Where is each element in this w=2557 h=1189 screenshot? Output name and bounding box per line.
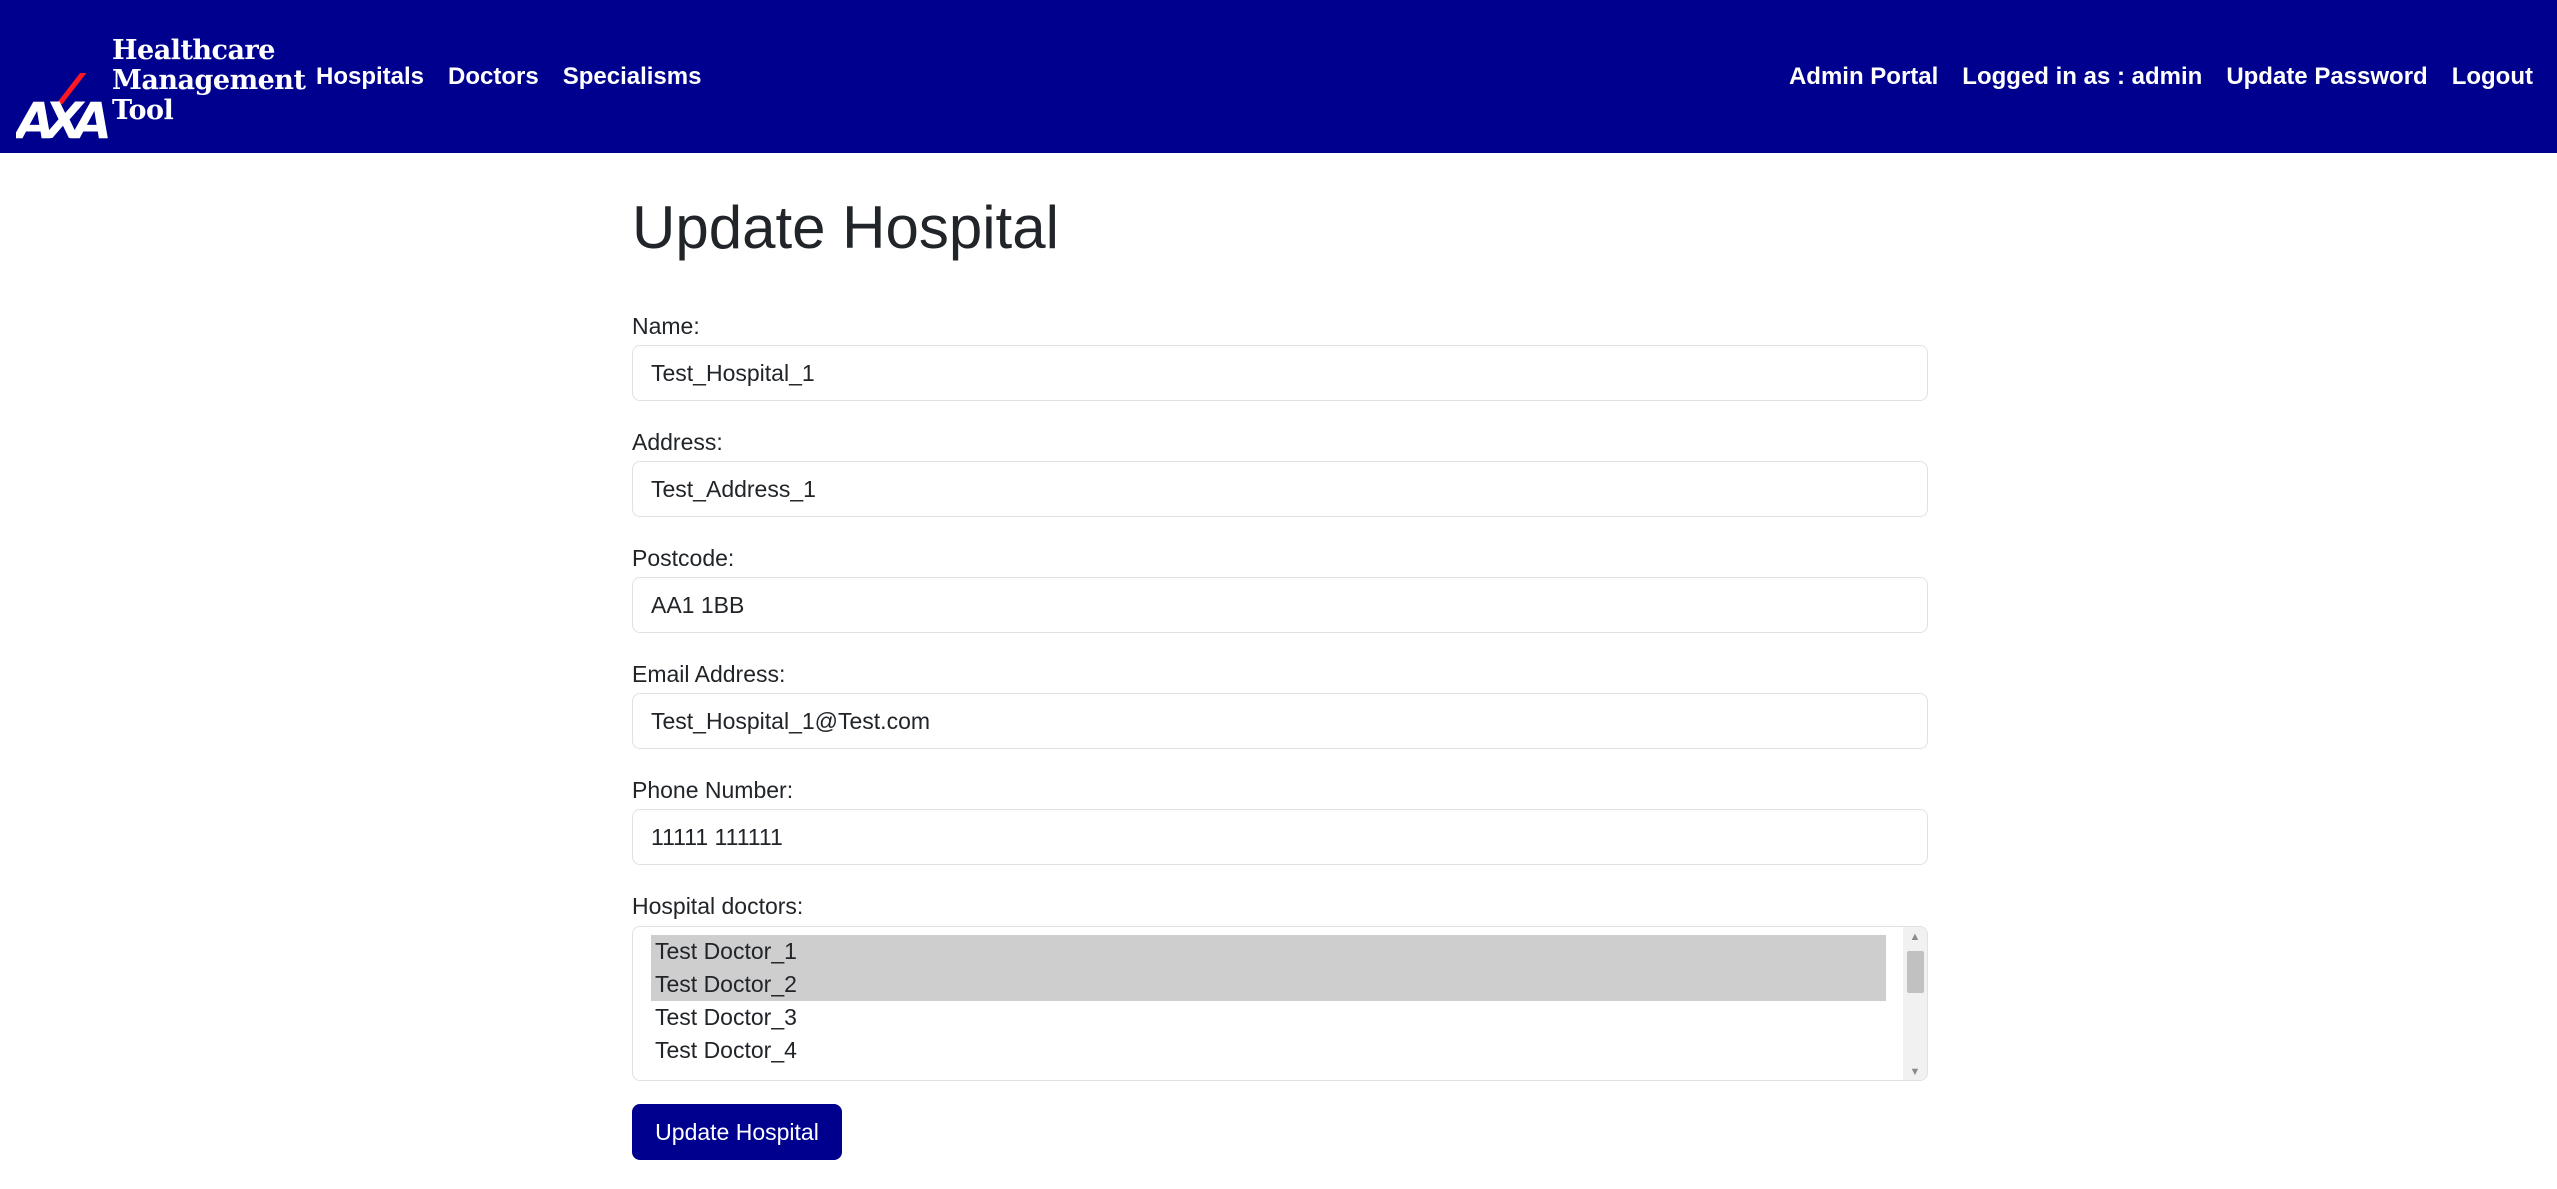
doctor-option[interactable]: Test Doctor_4: [651, 1034, 1886, 1067]
brand-line-2: Management: [112, 65, 306, 96]
name-input[interactable]: Test_Hospital_1: [632, 345, 1928, 401]
scroll-down-arrow-icon[interactable]: ▼: [1903, 1062, 1927, 1080]
brand-line-1: Healthcare: [112, 35, 275, 66]
address-input[interactable]: Test_Address_1: [632, 461, 1928, 517]
email-input[interactable]: Test_Hospital_1@Test.com: [632, 693, 1928, 749]
address-label: Address:: [632, 429, 723, 455]
postcode-label: Postcode:: [632, 545, 735, 571]
brand-logo[interactable]: AXA Healthcare Management Tool: [16, 18, 306, 144]
brand-title: Healthcare Management Tool: [112, 35, 306, 126]
scroll-up-arrow-icon[interactable]: ▲: [1903, 927, 1927, 947]
main-nav: Hospitals Doctors Specialisms: [316, 0, 701, 153]
doctor-option[interactable]: Test Doctor_3: [651, 1001, 1886, 1034]
svg-text:AXA: AXA: [16, 92, 108, 143]
axa-logo-icon: AXA: [16, 73, 116, 143]
page-title: Update Hospital: [632, 194, 1059, 261]
hospital-doctors-multiselect[interactable]: Test Doctor_1 Test Doctor_2 Test Doctor_…: [632, 926, 1928, 1081]
phone-input[interactable]: 11111 111111: [632, 809, 1928, 865]
email-label: Email Address:: [632, 661, 786, 687]
doctor-option[interactable]: Test Doctor_1: [651, 935, 1886, 968]
top-navbar: AXA Healthcare Management Tool Hospitals…: [0, 0, 2557, 153]
phone-label: Phone Number:: [632, 777, 794, 803]
doctors-scrollbar[interactable]: ▲ ▼: [1903, 927, 1927, 1080]
nav-logged-in-user[interactable]: Logged in as : admin: [1962, 63, 2202, 91]
nav-logout[interactable]: Logout: [2452, 63, 2533, 91]
postcode-input[interactable]: AA1 1BB: [632, 577, 1928, 633]
hospital-doctors-label: Hospital doctors:: [632, 893, 804, 919]
nav-hospitals[interactable]: Hospitals: [316, 63, 424, 91]
scroll-thumb[interactable]: [1907, 951, 1924, 993]
user-nav: Admin Portal Logged in as : admin Update…: [1789, 0, 2533, 153]
doctor-option-list: Test Doctor_1 Test Doctor_2 Test Doctor_…: [651, 935, 1886, 1067]
nav-update-password[interactable]: Update Password: [2226, 63, 2427, 91]
nav-specialisms[interactable]: Specialisms: [563, 63, 702, 91]
doctor-option[interactable]: Test Doctor_2: [651, 968, 1886, 1001]
name-label: Name:: [632, 313, 700, 339]
brand-line-3: Tool: [112, 95, 174, 126]
nav-admin-portal[interactable]: Admin Portal: [1789, 63, 1938, 91]
update-hospital-button[interactable]: Update Hospital: [632, 1104, 842, 1160]
nav-doctors[interactable]: Doctors: [448, 63, 539, 91]
